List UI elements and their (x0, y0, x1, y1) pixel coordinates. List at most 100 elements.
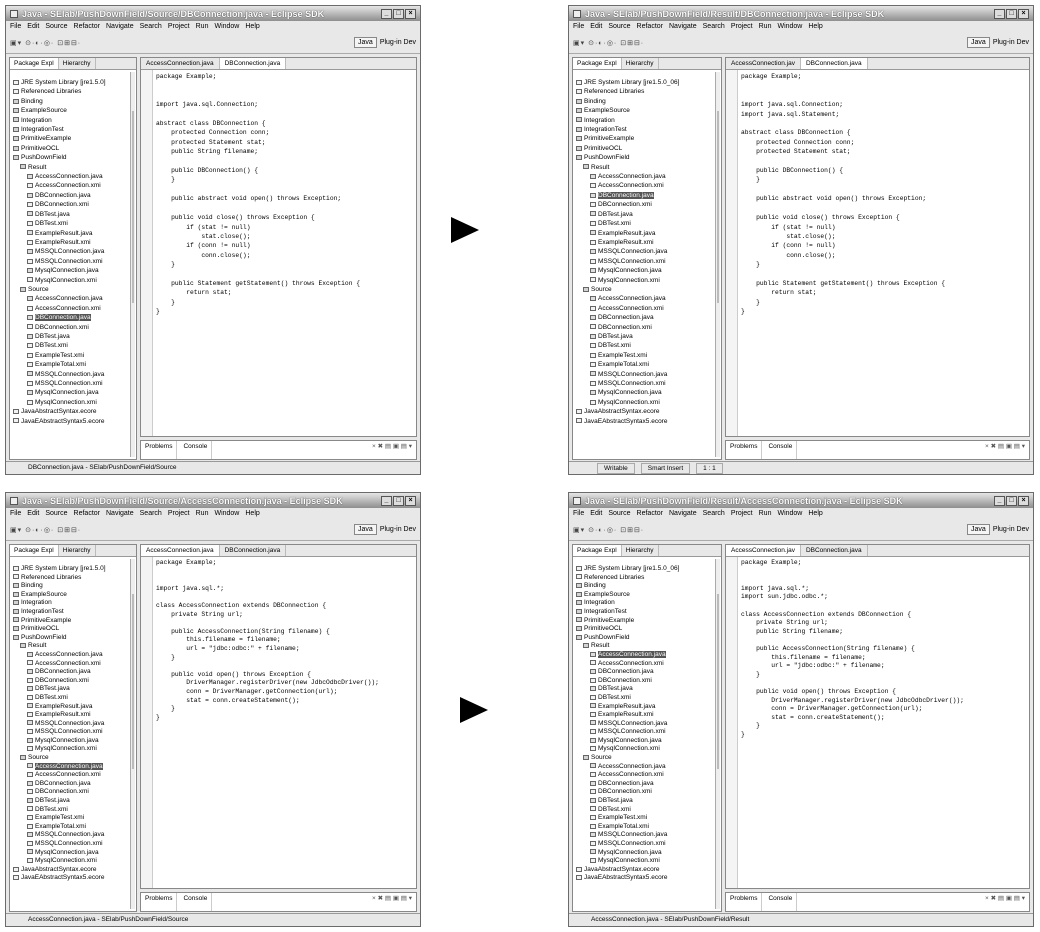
tree-item[interactable]: MSSQLConnection.java (576, 831, 721, 840)
tree-item[interactable]: MysqlConnection.xmi (576, 857, 721, 866)
tree-item[interactable]: AccessConnection.xmi (13, 304, 136, 313)
console-toolbar-icons[interactable]: × ✖ ▤ ▣ ▤ ▾ (985, 441, 1025, 459)
java-perspective-button[interactable]: Java (967, 37, 990, 48)
close-button[interactable]: × (1018, 495, 1029, 506)
tree-item[interactable]: DBTest.java (576, 210, 721, 219)
tree-item[interactable]: ExampleResult.java (13, 703, 136, 712)
tree-item[interactable]: JavaEAbstractSyntax5.ecore (576, 874, 721, 883)
tree-item[interactable]: ExampleResult.xmi (576, 238, 721, 247)
tree-item[interactable]: PrimitiveOCL (576, 144, 721, 153)
tab-package-explorer[interactable]: Package Expl (573, 58, 622, 69)
tree-item[interactable]: PushDownField (576, 634, 721, 643)
tree-item[interactable]: JavaAbstractSyntax.ecore (13, 866, 136, 875)
tree-item[interactable]: DBTest.xmi (576, 219, 721, 228)
menu-source[interactable]: Source (608, 508, 630, 519)
menu-window[interactable]: Window (777, 508, 802, 519)
tree-item[interactable]: AccessConnection.xmi (13, 771, 136, 780)
tree-item[interactable]: MSSQLConnection.xmi (576, 728, 721, 737)
menu-window[interactable]: Window (214, 21, 239, 32)
tree-item[interactable]: MSSQLConnection.xmi (576, 379, 721, 388)
plugin-dev-perspective[interactable]: Plug-in Dev (993, 39, 1029, 46)
close-button[interactable]: × (1018, 8, 1029, 19)
tree-item[interactable]: ExampleResult.java (13, 229, 136, 238)
tree-item[interactable]: Source (576, 285, 721, 294)
tree-item[interactable]: IntegrationTest (13, 125, 136, 134)
menu-refactor[interactable]: Refactor (74, 21, 100, 32)
console-toolbar-icons[interactable]: × ✖ ▤ ▣ ▤ ▾ (985, 893, 1025, 911)
menu-navigate[interactable]: Navigate (669, 508, 697, 519)
menu-file[interactable]: File (10, 508, 21, 519)
menu-navigate[interactable]: Navigate (106, 508, 134, 519)
toolbar-icons[interactable]: ▣▾ ⊙·◐·◎· ⊡⊞⊟· (10, 526, 81, 534)
menu-file[interactable]: File (573, 508, 584, 519)
tree-item[interactable]: MysqlConnection.xmi (13, 276, 136, 285)
tree-item[interactable]: DBTest.xmi (576, 341, 721, 350)
tab-package-explorer[interactable]: Package Expl (10, 545, 59, 556)
tree-item[interactable]: AccessConnection.java (13, 762, 136, 772)
tree-item[interactable]: MysqlConnection.xmi (13, 398, 136, 407)
tree-item[interactable]: Source (576, 754, 721, 763)
menu-help[interactable]: Help (808, 508, 822, 519)
tree-item[interactable]: DBConnection.java (576, 780, 721, 789)
menu-navigate[interactable]: Navigate (669, 21, 697, 32)
editor-tab-dbconnection[interactable]: DBConnection.java (220, 545, 287, 556)
menu-navigate[interactable]: Navigate (106, 21, 134, 32)
tree-item[interactable]: DBTest.xmi (13, 341, 136, 350)
tree-item[interactable]: Source (13, 285, 136, 294)
maximize-button[interactable]: □ (1006, 495, 1017, 506)
tree-item[interactable]: Integration (13, 599, 136, 608)
tree-item[interactable]: AccessConnection.xmi (576, 771, 721, 780)
menu-help[interactable]: Help (245, 508, 259, 519)
tree-item[interactable]: JavaAbstractSyntax.ecore (13, 407, 136, 416)
plugin-dev-perspective[interactable]: Plug-in Dev (380, 39, 416, 46)
tree-item[interactable]: MysqlConnection.java (576, 388, 721, 397)
close-button[interactable]: × (405, 8, 416, 19)
tab-hierarchy[interactable]: Hierarchy (622, 545, 659, 556)
tree-item[interactable]: ExampleResult.java (576, 229, 721, 238)
tree-item[interactable]: JavaEAbstractSyntax5.ecore (13, 874, 136, 883)
tree-item[interactable]: ExampleTest.xmi (576, 351, 721, 360)
menu-run[interactable]: Run (759, 21, 772, 32)
tree-item[interactable]: DBConnection.java (13, 313, 136, 322)
minimize-button[interactable]: _ (994, 495, 1005, 506)
tab-problems[interactable]: Problems (730, 893, 763, 911)
tree-item[interactable]: MSSQLConnection.java (576, 370, 721, 379)
tree-item[interactable]: DBConnection.xmi (576, 200, 721, 209)
tree-item[interactable]: DBConnection.xmi (13, 200, 136, 209)
tree-item[interactable]: MSSQLConnection.xmi (576, 840, 721, 849)
tree-item[interactable]: ExampleTotal.xmi (576, 823, 721, 832)
menu-source[interactable]: Source (45, 508, 67, 519)
tree-item[interactable]: Integration (576, 116, 721, 125)
tree-item[interactable]: AccessConnection.java (13, 294, 136, 303)
menu-source[interactable]: Source (608, 21, 630, 32)
tree-item[interactable]: MysqlConnection.java (13, 849, 136, 858)
tree-item[interactable]: ExampleResult.java (576, 703, 721, 712)
tree-item[interactable]: AccessConnection.java (13, 172, 136, 181)
maximize-button[interactable]: □ (393, 495, 404, 506)
tab-package-explorer[interactable]: Package Expl (573, 545, 622, 556)
toolbar-icons[interactable]: ▣▾ ⊙·◐·◎· ⊡⊞⊟· (573, 39, 644, 47)
source-code[interactable]: package Example; import java.sql.Connect… (738, 70, 1029, 436)
tree-item[interactable]: PrimitiveOCL (13, 144, 136, 153)
tree-item[interactable]: MSSQLConnection.java (576, 720, 721, 729)
source-code[interactable]: package Example; import java.sql.*; impo… (738, 557, 1029, 888)
editor-tab-access[interactable]: AccessConnection.java (141, 545, 220, 556)
tree-item[interactable]: AccessConnection.xmi (576, 304, 721, 313)
tree-item[interactable]: Integration (576, 599, 721, 608)
tree-item[interactable]: DBConnection.xmi (13, 788, 136, 797)
menu-source[interactable]: Source (45, 21, 67, 32)
tab-problems[interactable]: Problems (730, 441, 763, 459)
tree-item[interactable]: MSSQLConnection.xmi (13, 257, 136, 266)
tree-item[interactable]: MysqlConnection.xmi (576, 398, 721, 407)
tab-hierarchy[interactable]: Hierarchy (59, 545, 96, 556)
tree-item[interactable]: PushDownField (13, 634, 136, 643)
tree-item[interactable]: MysqlConnection.java (13, 737, 136, 746)
tree-item[interactable]: DBTest.java (13, 797, 136, 806)
tree-item[interactable]: ExampleSource (576, 591, 721, 600)
editor-tab-dbconnection[interactable]: DBConnection.java (801, 545, 868, 556)
menu-edit[interactable]: Edit (590, 21, 602, 32)
console-toolbar-icons[interactable]: × ✖ ▤ ▣ ▤ ▾ (372, 893, 412, 911)
tree-item[interactable]: JRE System Library [jre1.5.0_06] (576, 78, 721, 87)
menu-file[interactable]: File (10, 21, 21, 32)
tree-item[interactable]: ExampleTotal.xmi (13, 360, 136, 369)
